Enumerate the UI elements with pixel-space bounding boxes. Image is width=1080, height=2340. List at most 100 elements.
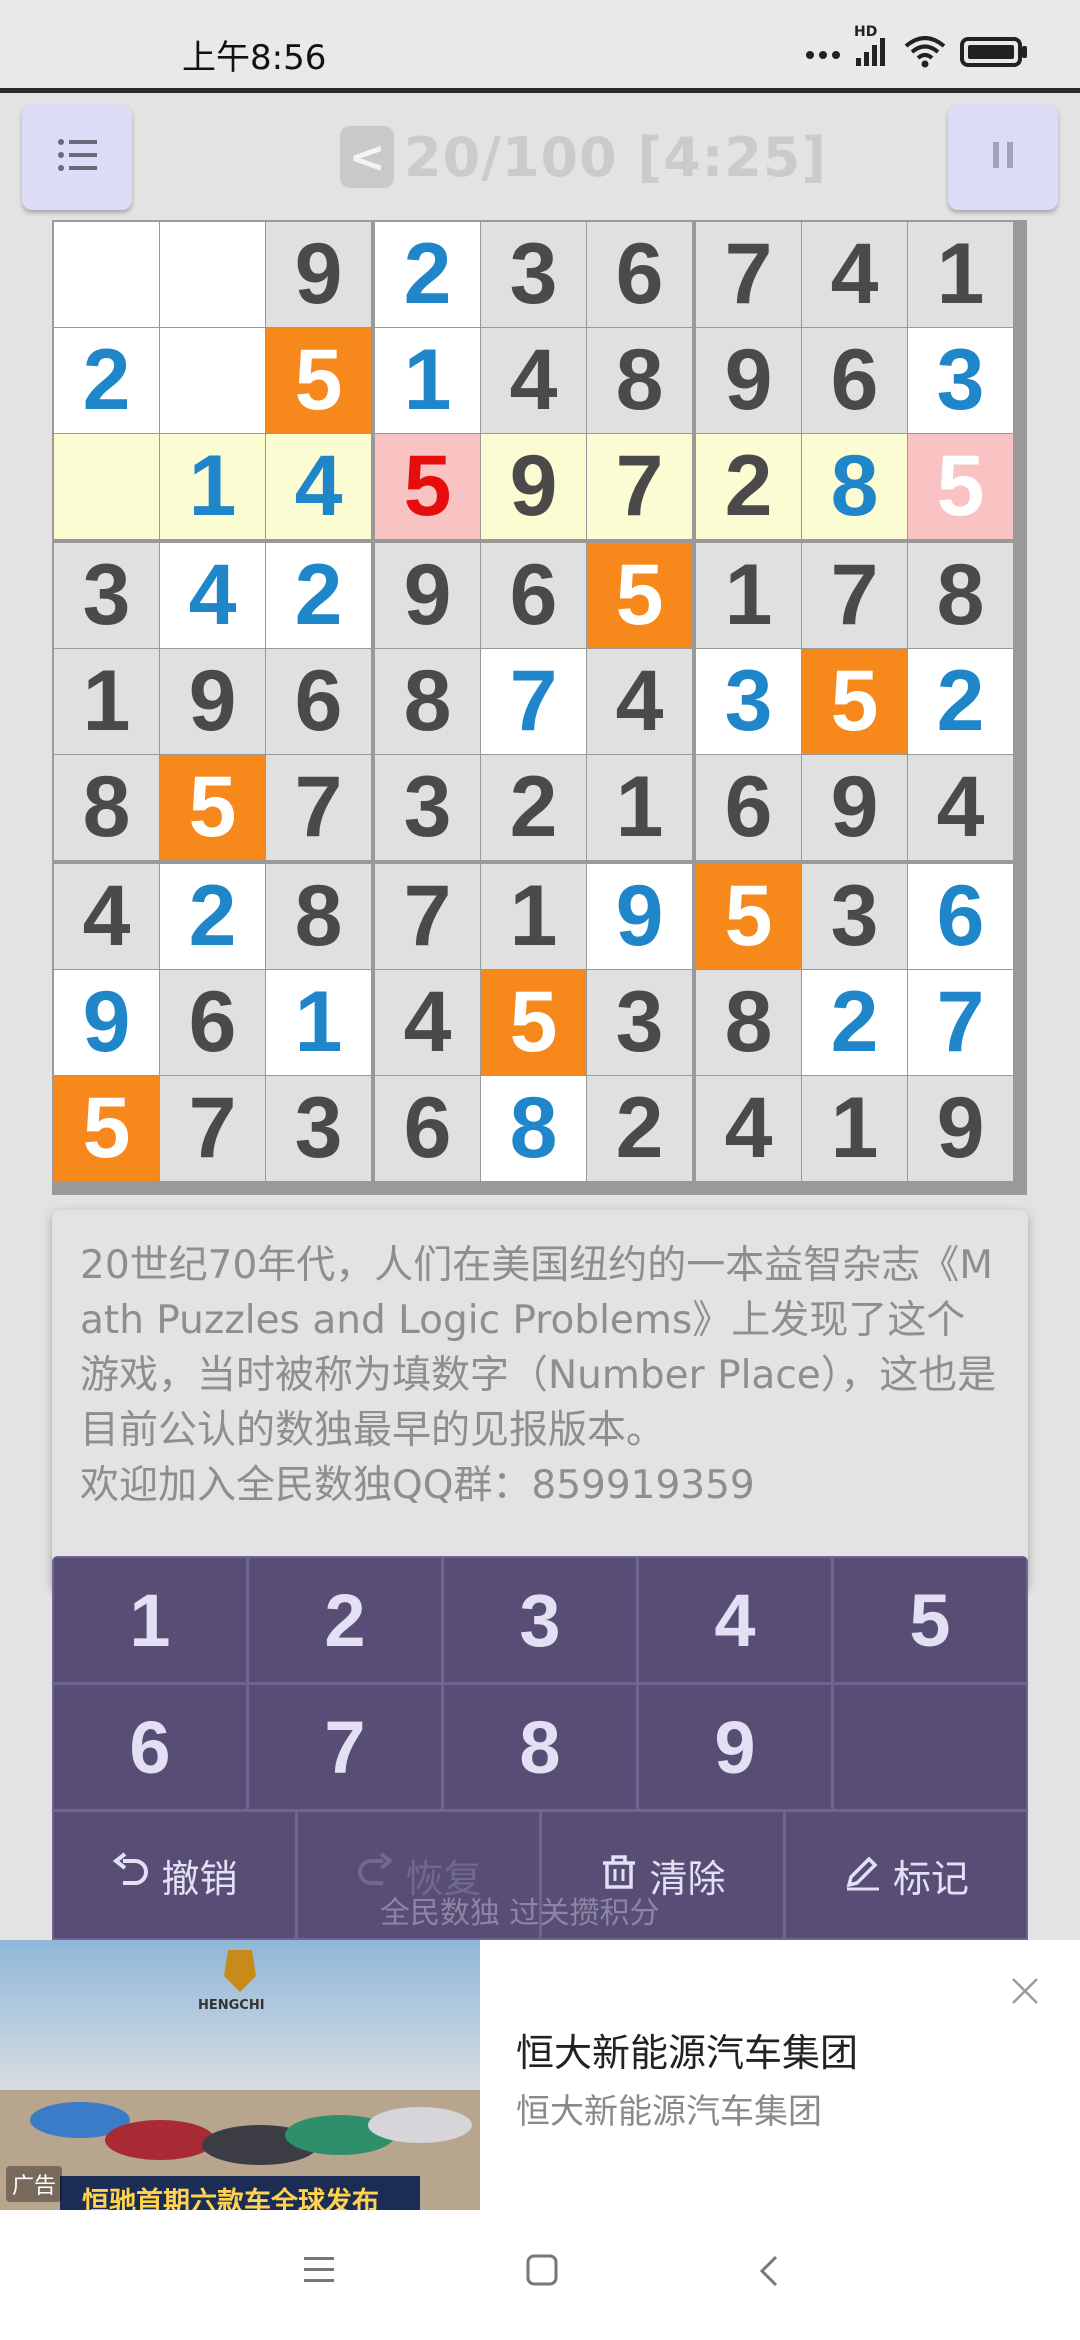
back-nav-icon[interactable] (758, 2254, 780, 2292)
sudoku-cell-r4c5[interactable]: 6 (481, 543, 586, 648)
recent-apps-icon[interactable] (302, 2254, 336, 2288)
digit-key-8[interactable]: 8 (442, 1683, 638, 1811)
sudoku-cell-r6c3[interactable]: 7 (266, 755, 371, 860)
ad-banner[interactable]: HENGCHI 恒驰首期六款车全球发布 广告 恒大新能源汽车集团 恒大新能源汽车… (0, 1940, 1080, 2210)
close-ad-icon[interactable] (1010, 1976, 1040, 2010)
sudoku-cell-r7c9[interactable]: 6 (908, 864, 1013, 969)
sudoku-cell-r3c9[interactable]: 5 (908, 434, 1013, 539)
home-icon[interactable] (526, 2254, 558, 2290)
sudoku-cell-r2c2[interactable] (160, 328, 265, 433)
sudoku-cell-r6c6[interactable]: 1 (587, 755, 692, 860)
ad-image[interactable]: HENGCHI 恒驰首期六款车全球发布 广告 (0, 1940, 480, 2210)
sudoku-cell-r3c8[interactable]: 8 (802, 434, 907, 539)
sudoku-cell-r8c1[interactable]: 9 (54, 970, 159, 1075)
sudoku-cell-r2c7[interactable]: 9 (696, 328, 801, 433)
sudoku-cell-r9c9[interactable]: 9 (908, 1076, 1013, 1181)
sudoku-cell-r6c1[interactable]: 8 (54, 755, 159, 860)
sudoku-cell-r9c2[interactable]: 7 (160, 1076, 265, 1181)
sudoku-cell-r5c1[interactable]: 1 (54, 649, 159, 754)
sudoku-cell-r2c1[interactable]: 2 (54, 328, 159, 433)
sudoku-cell-r6c9[interactable]: 4 (908, 755, 1013, 860)
sudoku-cell-r9c7[interactable]: 4 (696, 1076, 801, 1181)
sudoku-cell-r9c3[interactable]: 3 (266, 1076, 371, 1181)
sudoku-cell-r9c4[interactable]: 6 (375, 1076, 480, 1181)
sudoku-cell-r1c9[interactable]: 1 (908, 222, 1013, 327)
sudoku-cell-r2c6[interactable]: 8 (587, 328, 692, 433)
sudoku-cell-r2c9[interactable]: 3 (908, 328, 1013, 433)
sudoku-cell-r8c4[interactable]: 4 (375, 970, 480, 1075)
pause-button[interactable] (948, 104, 1058, 210)
sudoku-cell-r5c4[interactable]: 8 (375, 649, 480, 754)
ad-title[interactable]: 恒大新能源汽车集团 (516, 2022, 858, 2077)
sudoku-cell-r5c7[interactable]: 3 (696, 649, 801, 754)
sudoku-cell-r6c5[interactable]: 2 (481, 755, 586, 860)
sudoku-cell-r9c8[interactable]: 1 (802, 1076, 907, 1181)
sudoku-cell-r3c5[interactable]: 9 (481, 434, 586, 539)
sudoku-cell-r1c6[interactable]: 6 (587, 222, 692, 327)
sudoku-cell-r8c7[interactable]: 8 (696, 970, 801, 1075)
sudoku-cell-r4c8[interactable]: 7 (802, 543, 907, 648)
sudoku-cell-r1c8[interactable]: 4 (802, 222, 907, 327)
sudoku-cell-r3c2[interactable]: 1 (160, 434, 265, 539)
ad-subtitle[interactable]: 恒大新能源汽车集团 (516, 2084, 822, 2133)
digit-key-3[interactable]: 3 (442, 1556, 638, 1684)
sudoku-cell-r7c8[interactable]: 3 (802, 864, 907, 969)
digit-key-4[interactable]: 4 (637, 1556, 833, 1684)
sudoku-cell-r1c7[interactable]: 7 (696, 222, 801, 327)
sudoku-cell-r7c3[interactable]: 8 (266, 864, 371, 969)
sudoku-cell-r8c2[interactable]: 6 (160, 970, 265, 1075)
sudoku-cell-r7c6[interactable]: 9 (587, 864, 692, 969)
sudoku-cell-r9c1[interactable]: 5 (54, 1076, 159, 1181)
sudoku-cell-r5c3[interactable]: 6 (266, 649, 371, 754)
sudoku-cell-r3c4[interactable]: 5 (375, 434, 480, 539)
sudoku-cell-r4c4[interactable]: 9 (375, 543, 480, 648)
sudoku-cell-r6c2[interactable]: 5 (160, 755, 265, 860)
sudoku-cell-r4c6[interactable]: 5 (587, 543, 692, 648)
sudoku-cell-r4c2[interactable]: 4 (160, 543, 265, 648)
undo-button[interactable]: 撤销 (52, 1810, 297, 1940)
sudoku-cell-r8c6[interactable]: 3 (587, 970, 692, 1075)
sudoku-cell-r7c2[interactable]: 2 (160, 864, 265, 969)
sudoku-cell-r4c9[interactable]: 8 (908, 543, 1013, 648)
sudoku-cell-r6c8[interactable]: 9 (802, 755, 907, 860)
sudoku-cell-r4c7[interactable]: 1 (696, 543, 801, 648)
sudoku-cell-r2c5[interactable]: 4 (481, 328, 586, 433)
sudoku-cell-r8c9[interactable]: 7 (908, 970, 1013, 1075)
sudoku-cell-r2c3[interactable]: 5 (266, 328, 371, 433)
sudoku-cell-r9c5[interactable]: 8 (481, 1076, 586, 1181)
sudoku-cell-r8c8[interactable]: 2 (802, 970, 907, 1075)
sudoku-cell-r8c3[interactable]: 1 (266, 970, 371, 1075)
sudoku-cell-r3c3[interactable]: 4 (266, 434, 371, 539)
sudoku-cell-r7c4[interactable]: 7 (375, 864, 480, 969)
sudoku-cell-r1c1[interactable] (54, 222, 159, 327)
sudoku-cell-r5c8[interactable]: 5 (802, 649, 907, 754)
sudoku-cell-r5c6[interactable]: 4 (587, 649, 692, 754)
mark-button[interactable]: 标记 (784, 1810, 1028, 1940)
digit-key-1[interactable]: 1 (52, 1556, 248, 1684)
sudoku-cell-r2c8[interactable]: 6 (802, 328, 907, 433)
digit-key-6[interactable]: 6 (52, 1683, 248, 1811)
menu-button[interactable] (22, 104, 132, 210)
sudoku-cell-r5c9[interactable]: 2 (908, 649, 1013, 754)
sudoku-cell-r1c2[interactable] (160, 222, 265, 327)
digit-key-5[interactable]: 5 (832, 1556, 1028, 1684)
sudoku-cell-r1c5[interactable]: 3 (481, 222, 586, 327)
sudoku-cell-r3c6[interactable]: 7 (587, 434, 692, 539)
sudoku-cell-r4c1[interactable]: 3 (54, 543, 159, 648)
previous-level-button[interactable]: < (340, 126, 394, 188)
sudoku-cell-r2c4[interactable]: 1 (375, 328, 480, 433)
sudoku-cell-r7c5[interactable]: 1 (481, 864, 586, 969)
digit-key-7[interactable]: 7 (247, 1683, 443, 1811)
sudoku-cell-r8c5[interactable]: 5 (481, 970, 586, 1075)
sudoku-cell-r1c3[interactable]: 9 (266, 222, 371, 327)
sudoku-cell-r9c6[interactable]: 2 (587, 1076, 692, 1181)
sudoku-cell-r6c4[interactable]: 3 (375, 755, 480, 860)
sudoku-cell-r3c1[interactable] (54, 434, 159, 539)
digit-key-2[interactable]: 2 (247, 1556, 443, 1684)
sudoku-cell-r5c5[interactable]: 7 (481, 649, 586, 754)
sudoku-cell-r1c4[interactable]: 2 (375, 222, 480, 327)
sudoku-cell-r3c7[interactable]: 2 (696, 434, 801, 539)
sudoku-cell-r4c3[interactable]: 2 (266, 543, 371, 648)
sudoku-cell-r7c1[interactable]: 4 (54, 864, 159, 969)
digit-key-9[interactable]: 9 (637, 1683, 833, 1811)
